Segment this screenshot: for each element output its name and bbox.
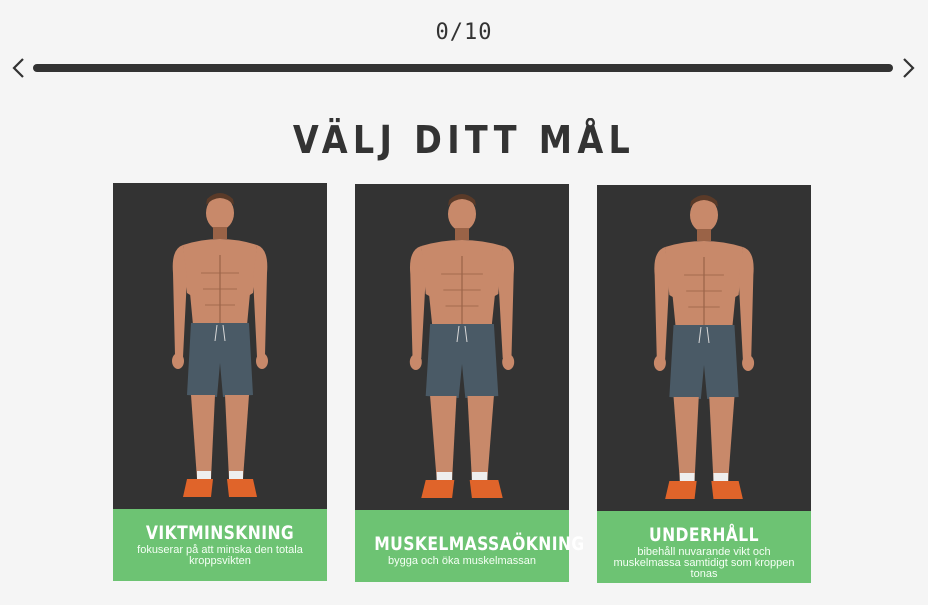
goal-label: UNDERHÅLL bibehåll nuvarande vikt och mu… <box>597 511 811 583</box>
athlete-image-lean <box>113 183 327 509</box>
goal-card-muscle-gain[interactable]: MUSKELMASSAÖKNING bygga och öka muskelma… <box>355 184 585 582</box>
goal-card-maintenance[interactable]: UNDERHÅLL bibehåll nuvarande vikt och mu… <box>597 185 811 583</box>
athlete-image-toned <box>597 185 811 511</box>
goal-title: UNDERHÅLL <box>649 524 759 546</box>
chevron-left-icon[interactable] <box>8 56 30 80</box>
chevron-right-icon[interactable] <box>897 56 919 80</box>
goal-title: MUSKELMASSAÖKNING <box>374 533 585 555</box>
goal-card-weight-loss[interactable]: VIKTMINSKNING fokuserar på att minska de… <box>113 183 327 581</box>
goal-description: fokuserar på att minska den totala kropp… <box>137 544 303 567</box>
goal-description: bygga och öka muskelmassan <box>388 555 536 567</box>
goal-title: VIKTMINSKNING <box>145 522 295 544</box>
goal-label: MUSKELMASSAÖKNING bygga och öka muskelma… <box>355 510 585 582</box>
athlete-image-muscular <box>355 184 569 510</box>
goal-description: bibehåll nuvarande vikt och muskelmassa … <box>613 546 795 580</box>
goal-label: VIKTMINSKNING fokuserar på att minska de… <box>113 509 327 581</box>
progress-counter: 0/10 <box>435 20 493 45</box>
progress-bar <box>33 64 893 72</box>
page-title: VÄLJ DITT MÅL <box>292 118 636 162</box>
